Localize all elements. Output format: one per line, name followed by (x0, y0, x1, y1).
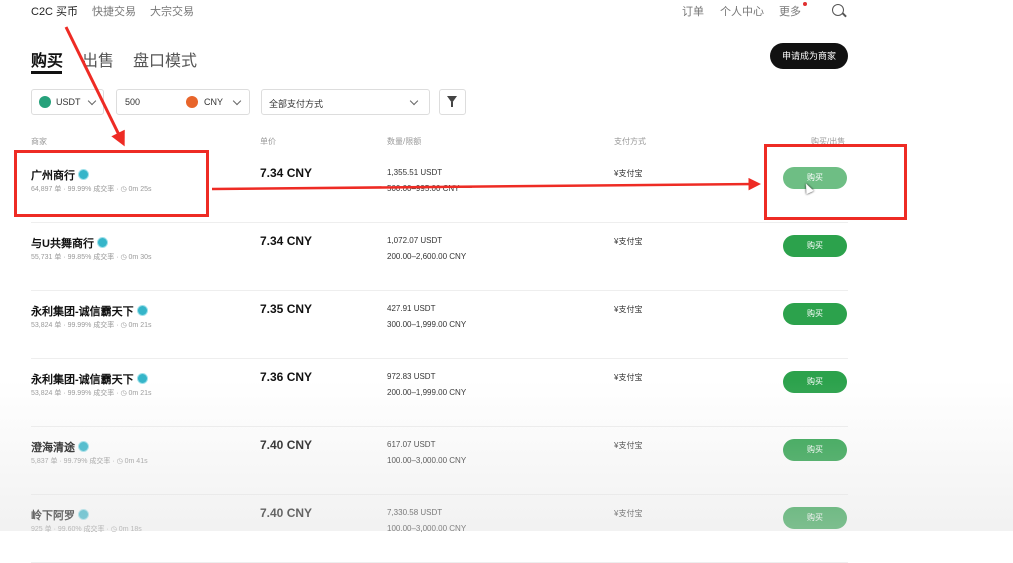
arrow-to-buy-button (211, 177, 761, 191)
annotation-arrows (64, 26, 761, 191)
arrow-to-merchant (64, 26, 125, 147)
